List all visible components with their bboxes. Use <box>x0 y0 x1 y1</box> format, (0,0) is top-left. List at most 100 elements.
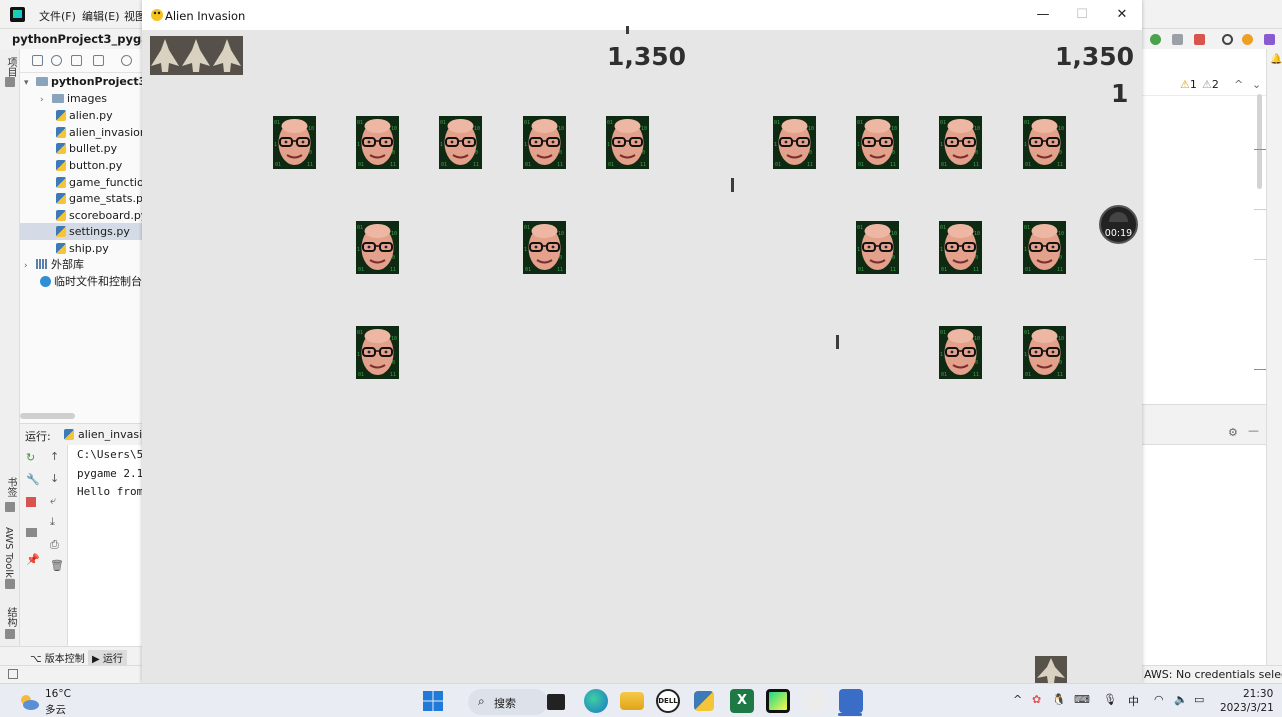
minimize-panel-icon[interactable]: — <box>1248 424 1259 437</box>
svg-text:0: 0 <box>975 360 978 366</box>
run-tool-tab[interactable]: ▶ 运行 <box>88 650 127 665</box>
bookmark-icon[interactable] <box>5 502 15 512</box>
minimize-button[interactable]: — <box>1024 0 1062 30</box>
stop-icon[interactable] <box>26 497 36 507</box>
select-opened-file-icon[interactable] <box>32 55 43 66</box>
app-icon[interactable] <box>803 689 827 713</box>
keyboard-icon[interactable]: ⌨ <box>1074 693 1090 706</box>
pin-icon[interactable]: 📌 <box>26 553 40 566</box>
project-tool-label[interactable]: 项目 <box>3 57 18 77</box>
version-control-tab[interactable]: ⌥ 版本控制 <box>30 650 85 665</box>
notifications-icon[interactable]: 🔔 <box>1270 54 1282 65</box>
maximize-button[interactable]: ☐ <box>1063 0 1101 30</box>
windows-start-icon[interactable] <box>421 689 445 713</box>
pygame-window-icon[interactable] <box>839 689 863 713</box>
edge-browser-icon[interactable] <box>584 689 608 713</box>
error-stripe-mark[interactable] <box>1254 149 1266 150</box>
debug-icon[interactable] <box>1150 34 1161 45</box>
game-canvas[interactable]: 1,350 1,350 1 01 10 1 0 01 11 01 10 1 0 01 11 01 10 1 0… <box>142 26 1142 683</box>
arrow-down-icon[interactable]: ↓ <box>50 472 59 485</box>
aws-icon[interactable] <box>5 579 15 589</box>
tree-item-file[interactable]: game_functions.py <box>56 174 142 191</box>
error-stripe-mark[interactable] <box>1254 369 1266 370</box>
rerun-icon[interactable]: ↻ <box>26 451 35 464</box>
tree-item-file-selected[interactable]: settings.py <box>20 223 142 240</box>
warning-count[interactable]: ⚠1 <box>1180 78 1197 91</box>
coverage-icon[interactable] <box>1172 34 1183 45</box>
tray-app-icon[interactable]: ✿ <box>1032 693 1041 706</box>
wifi-icon[interactable]: ◠ <box>1154 693 1164 706</box>
input-method[interactable]: 中 <box>1128 693 1139 709</box>
search-icon[interactable] <box>1222 34 1233 45</box>
locate-icon[interactable] <box>51 55 62 66</box>
update-icon[interactable] <box>1242 34 1253 45</box>
layout-icon[interactable] <box>26 528 37 537</box>
file-explorer-icon[interactable] <box>620 692 644 710</box>
aws-status[interactable]: AWS: No credentials selected <box>1144 668 1282 681</box>
menu-file[interactable]: 文件(F) <box>39 8 76 24</box>
weak-warning-count[interactable]: ⚠2 <box>1202 78 1219 91</box>
tree-item-file[interactable]: ship.py <box>56 240 109 257</box>
plugin-icon[interactable] <box>1264 34 1275 45</box>
scroll-to-end-icon[interactable]: ⤓ <box>50 515 55 529</box>
alien-invasion-window[interactable]: Alien Invasion — ☐ ✕ 1,350 1,350 1 01 10 1… <box>142 0 1142 683</box>
chevron-up-icon[interactable]: ^ <box>1234 78 1243 91</box>
expand-all-icon[interactable] <box>71 55 82 66</box>
svg-text:1: 1 <box>940 142 943 148</box>
qq-icon[interactable]: 🐧 <box>1052 693 1066 706</box>
structure-tool-label[interactable]: 结构 <box>3 607 18 627</box>
clock-date[interactable]: 2023/3/21 <box>1220 702 1274 714</box>
svg-text:0: 0 <box>975 255 978 261</box>
battery-icon[interactable]: ▭ <box>1194 693 1204 706</box>
weather-cloud-icon[interactable] <box>18 694 40 710</box>
bookmarks-tool-label[interactable]: 书签 <box>3 477 18 497</box>
recording-timer[interactable]: 00:19 <box>1099 205 1138 244</box>
pycharm-icon[interactable] <box>766 689 790 713</box>
folder-icon[interactable] <box>5 77 15 87</box>
tree-item-file[interactable]: scoreboard.py <box>56 207 142 224</box>
run-console[interactable]: C:\Users\5 pygame 2.1 Hello from <box>68 445 142 646</box>
gear-icon[interactable] <box>121 55 132 66</box>
print-icon[interactable]: ⎙ <box>50 538 59 552</box>
task-view-icon[interactable] <box>547 694 565 710</box>
tree-item-file[interactable]: bullet.py <box>56 140 117 157</box>
weather-temperature[interactable]: 16°C <box>45 688 71 700</box>
clock-time[interactable]: 21:30 <box>1243 688 1273 700</box>
tree-root[interactable]: ▾ pythonProject3_p <box>24 73 142 90</box>
error-stripe-mark[interactable] <box>1254 259 1266 260</box>
structure-icon[interactable] <box>5 629 15 639</box>
microphone-icon[interactable]: 🎙 <box>1103 693 1117 706</box>
chevron-down-icon[interactable]: ⌄ <box>1252 78 1261 91</box>
tree-item-file[interactable]: game_stats.py <box>56 190 142 207</box>
taskbar-search[interactable]: ⌕ 搜索 <box>468 689 548 715</box>
stop-icon[interactable] <box>1194 34 1205 45</box>
python-icon[interactable] <box>694 691 714 711</box>
error-stripe-mark[interactable] <box>1254 209 1266 210</box>
collapse-all-icon[interactable] <box>93 55 104 66</box>
dell-icon[interactable]: DELL <box>656 689 680 713</box>
tree-item-scratches[interactable]: 临时文件和控制台 <box>40 273 142 290</box>
splitter[interactable] <box>1142 404 1267 420</box>
chevron-up-icon[interactable]: ^ <box>1013 693 1022 706</box>
editor-scrollbar[interactable] <box>1257 94 1262 189</box>
arrow-up-icon[interactable]: ↑ <box>50 450 59 463</box>
svg-text:0: 0 <box>309 150 312 156</box>
menu-edit[interactable]: 编辑(E) <box>82 8 120 24</box>
excel-icon[interactable]: X <box>730 689 754 713</box>
window-titlebar[interactable]: Alien Invasion — ☐ ✕ <box>142 0 1142 30</box>
aws-toolkit-label[interactable]: AWS Toolkit <box>3 527 14 585</box>
weather-description[interactable]: 多云 <box>45 702 66 717</box>
panel-toggle-icon[interactable] <box>8 669 18 679</box>
tree-item-file[interactable]: alien.py <box>56 107 113 124</box>
speaker-icon[interactable]: 🔈 <box>1174 693 1188 706</box>
tree-item-images[interactable]: › images <box>40 90 107 107</box>
tree-item-file[interactable]: button.py <box>56 157 122 174</box>
horizontal-scrollbar[interactable] <box>20 413 75 419</box>
tree-item-external-libraries[interactable]: › 外部库 <box>24 256 84 273</box>
trash-icon[interactable]: 🗑 <box>50 559 64 572</box>
soft-wrap-icon[interactable]: ⤶ <box>50 494 56 508</box>
tree-item-file[interactable]: alien_invasion.py <box>56 124 142 141</box>
gear-icon[interactable]: ⚙ <box>1228 426 1238 439</box>
close-button[interactable]: ✕ <box>1103 0 1141 30</box>
wrench-icon[interactable]: 🔧 <box>26 473 40 486</box>
